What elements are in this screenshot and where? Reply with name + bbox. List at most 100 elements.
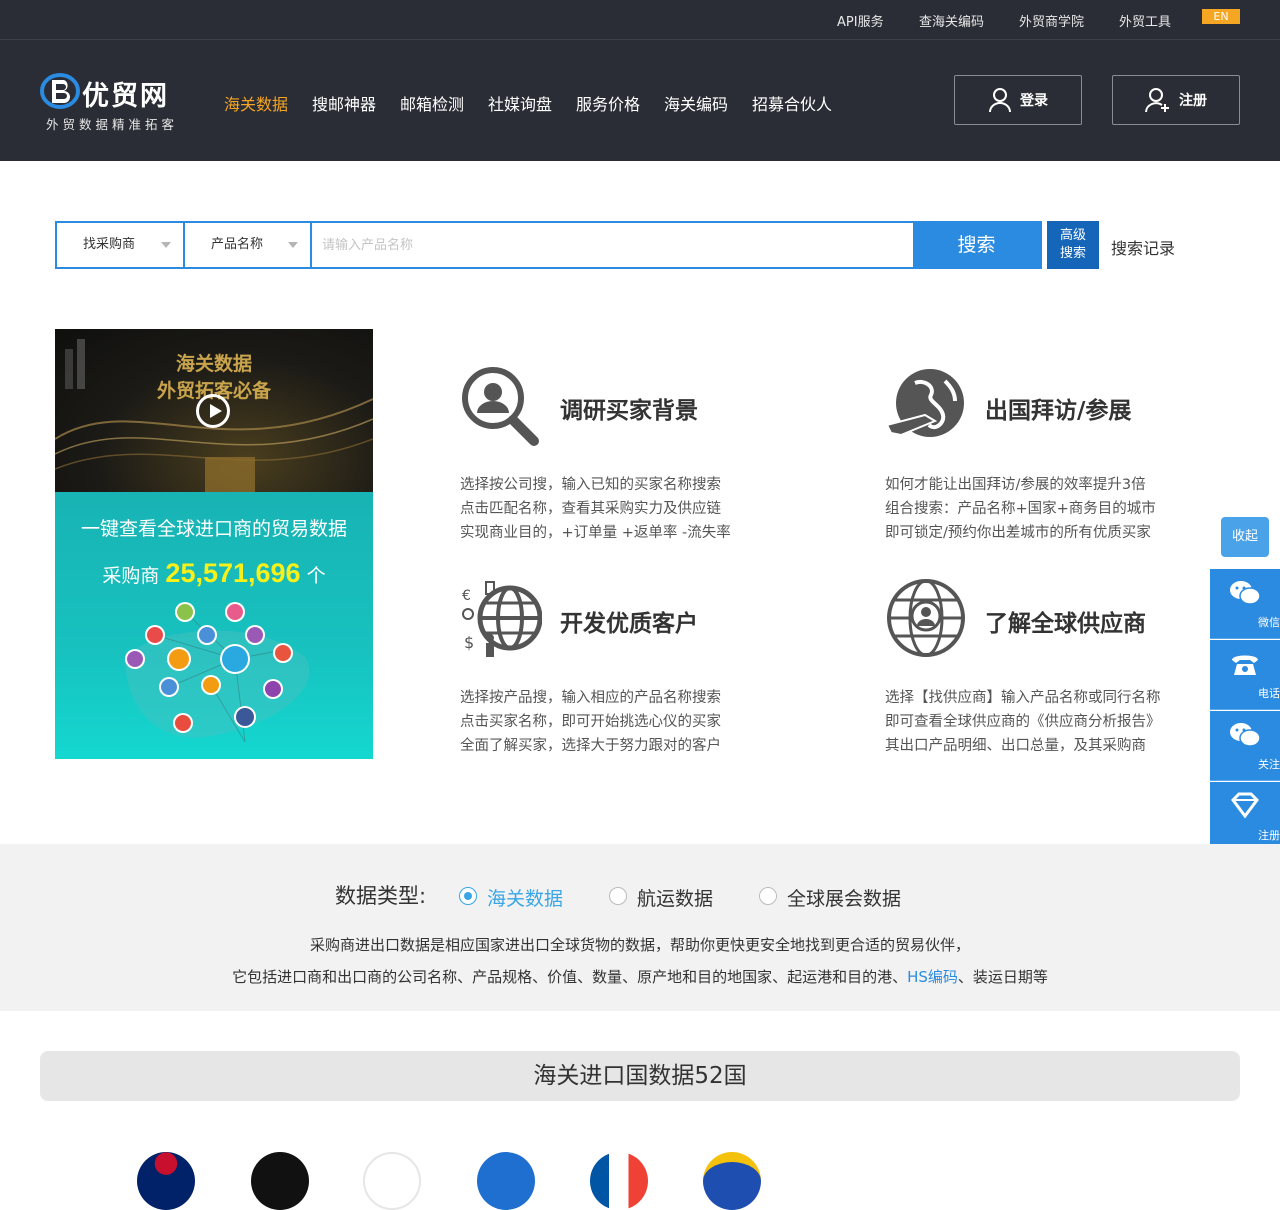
logo[interactable]: 优贸网 外贸数据精准拓客 — [40, 72, 200, 132]
data-type-desc-2: 它包括进口商和出口商的公司名称、产品规格、价值、数量、原产地和目的地国家、起运港… — [0, 966, 1280, 987]
feature-title: 出国拜访/参展 — [985, 398, 1132, 424]
advanced-search-button[interactable]: 高级 搜索 — [1047, 221, 1099, 269]
feature-desc-line: 全面了解买家，选择大于努力跟对的客户 — [460, 738, 721, 754]
radio-customs-data[interactable]: 海关数据 — [459, 884, 563, 911]
phone-consult-button[interactable]: 电话咨询 — [1210, 640, 1280, 710]
promo-line-2: 采购商 25,571,696 个 — [55, 558, 373, 589]
feature-desc-line: 实现商业目的，+订单量 +返单率 -流失率 — [460, 525, 731, 541]
feature-desc-line: 选择【找供应商】输入产品名称或同行名称 — [885, 690, 1161, 706]
top-bar: API服务 查海关编码 外贸商学院 外贸工具 EN — [0, 0, 1280, 40]
radio-circle — [609, 887, 627, 905]
trial-register-label: 注册试用 — [1258, 829, 1280, 842]
chevron-down-icon — [288, 242, 298, 248]
flag-uk-icon[interactable] — [137, 1152, 195, 1210]
feature-title: 开发优质客户 — [560, 611, 698, 637]
flag-france-icon[interactable] — [590, 1152, 648, 1210]
feature-desc-line: 即可查看全球供应商的《供应商分析报告》 — [885, 714, 1161, 730]
advanced-label-1: 高级 — [1059, 228, 1086, 243]
globe-plane-icon — [885, 369, 964, 437]
logo-mark-icon — [40, 73, 80, 109]
promo-count: 25,571,696 — [165, 558, 301, 588]
promo-count-prefix: 采购商 — [102, 565, 160, 587]
search-input[interactable] — [312, 223, 912, 267]
globe-person-icon — [887, 579, 965, 657]
feature-desc-line: 其出口产品明细、出口总量，及其采购商 — [885, 738, 1146, 754]
search-field-select[interactable]: 产品名称 — [185, 223, 312, 267]
wechat-icon — [1230, 581, 1261, 605]
data-type-section: 数据类型: 海关数据 航运数据 全球展会数据 采购商进出口数据是相应国家进出口全… — [0, 844, 1280, 1011]
flag-yellow-blue-icon[interactable] — [703, 1152, 761, 1210]
nav-social-inquiry[interactable]: 社媒询盘 — [488, 91, 552, 115]
radio-shipping-data[interactable]: 航运数据 — [609, 884, 713, 911]
top-link-tools[interactable]: 外贸工具 — [1119, 11, 1171, 30]
feature-desc: 如何才能让出国拜访/参展的效率提升3倍 组合搜索：产品名称+国家+商务目的城市 … — [885, 473, 1156, 545]
promo-title-1: 海关数据 — [175, 353, 252, 375]
nav-email-check[interactable]: 邮箱检测 — [400, 91, 464, 115]
globe-business-icon: € $ — [462, 581, 542, 657]
nav-hs-code[interactable]: 海关编码 — [664, 91, 728, 115]
feature-desc: 选择按公司搜，输入已知的买家名称搜索 点击匹配名称，查看其采购实力及供应链 实现… — [460, 473, 731, 545]
nav-customs-data[interactable]: 海关数据 — [224, 91, 288, 115]
wechat-consult-label: 微信咨询 — [1258, 616, 1280, 629]
nav-partners[interactable]: 招募合伙人 — [752, 91, 832, 115]
logo-name: 优贸网 — [82, 81, 169, 112]
login-button[interactable]: 登录 — [954, 75, 1082, 125]
promo-count-suffix: 个 — [306, 565, 326, 587]
desc-text: 、装运日期等 — [957, 968, 1048, 986]
feature-desc-line: 点击匹配名称，查看其采购实力及供应链 — [460, 501, 721, 517]
promo-stats: 一键查看全球进口商的贸易数据 采购商 25,571,696 个 — [55, 492, 373, 759]
search-button[interactable]: 搜索 — [913, 223, 1040, 267]
logo-tagline: 外贸数据精准拓客 — [46, 117, 179, 132]
diamond-icon — [1231, 792, 1259, 819]
top-link-hs-code[interactable]: 查海关编码 — [919, 11, 984, 30]
feature-desc-line: 如何才能让出国拜访/参展的效率提升3倍 — [885, 477, 1146, 493]
register-label: 注册 — [1179, 93, 1207, 109]
radio-expo-data[interactable]: 全球展会数据 — [759, 884, 901, 911]
trial-register-button[interactable]: 注册试用 — [1210, 782, 1280, 852]
top-link-api[interactable]: API服务 — [837, 11, 884, 30]
follow-wechat-button[interactable]: 关注微信 — [1210, 711, 1280, 781]
flag-dark-icon[interactable] — [251, 1152, 309, 1210]
search-bar: 找采购商 产品名称 搜索 — [55, 221, 1042, 269]
top-link-academy[interactable]: 外贸商学院 — [1019, 11, 1084, 30]
collapse-button[interactable]: 收起 — [1221, 517, 1269, 557]
feature-title: 了解全球供应商 — [985, 611, 1146, 637]
flag-white-icon[interactable] — [363, 1152, 421, 1210]
svg-text:$: $ — [464, 633, 474, 652]
play-icon[interactable] — [196, 394, 230, 428]
feature-desc-line: 选择按产品搜，输入相应的产品名称搜索 — [460, 690, 721, 706]
hs-code-link[interactable]: HS编码 — [907, 968, 958, 986]
flag-blue-icon[interactable] — [477, 1152, 535, 1210]
radio-label: 全球展会数据 — [787, 888, 902, 910]
promo-line-1: 一键查看全球进口商的贸易数据 — [80, 518, 347, 540]
search-field-value: 产品名称 — [211, 237, 264, 252]
radio-label: 海关数据 — [487, 888, 564, 910]
search-person-icon — [462, 367, 539, 446]
promo-video[interactable]: 海关数据 外贸拓客必备 — [55, 329, 373, 492]
countries-title-bar: 海关进口国数据52国 — [40, 1051, 1240, 1101]
language-switch[interactable]: EN — [1202, 9, 1240, 24]
feature-title: 调研买家背景 — [560, 398, 698, 424]
search-history-link[interactable]: 搜索记录 — [1111, 235, 1175, 259]
promo-banner[interactable]: 海关数据 外贸拓客必备 一键查看全球进口商的贸易数据 采购商 25,571,69… — [55, 329, 373, 759]
feature-desc: 选择【找供应商】输入产品名称或同行名称 即可查看全球供应商的《供应商分析报告》 … — [885, 686, 1161, 758]
search-type-value: 找采购商 — [83, 237, 136, 252]
user-icon — [989, 88, 1011, 113]
wechat-icon — [1230, 723, 1261, 747]
data-type-label: 数据类型: — [335, 884, 427, 908]
radio-label: 航运数据 — [637, 888, 714, 910]
feature-desc-line: 点击买家名称，即可开始挑选心仪的买家 — [460, 714, 721, 730]
feature-desc-line: 选择按公司搜，输入已知的买家名称搜索 — [460, 477, 721, 493]
chevron-down-icon — [161, 242, 171, 248]
nav-pricing[interactable]: 服务价格 — [576, 91, 640, 115]
feature-desc-line: 组合搜索：产品名称+国家+商务目的城市 — [885, 501, 1156, 517]
radio-circle — [759, 887, 777, 905]
phone-consult-label: 电话咨询 — [1258, 687, 1280, 700]
data-type-desc-1: 采购商进出口数据是相应国家进出口全球货物的数据，帮助你更快更安全地找到更合适的贸… — [309, 936, 970, 954]
login-label: 登录 — [1020, 93, 1048, 109]
search-type-select[interactable]: 找采购商 — [57, 223, 185, 267]
register-button[interactable]: 注册 — [1112, 75, 1240, 125]
follow-wechat-label: 关注微信 — [1258, 758, 1280, 771]
nav-email-search[interactable]: 搜邮神器 — [312, 91, 376, 115]
wechat-consult-button[interactable]: 微信咨询 — [1210, 569, 1280, 639]
